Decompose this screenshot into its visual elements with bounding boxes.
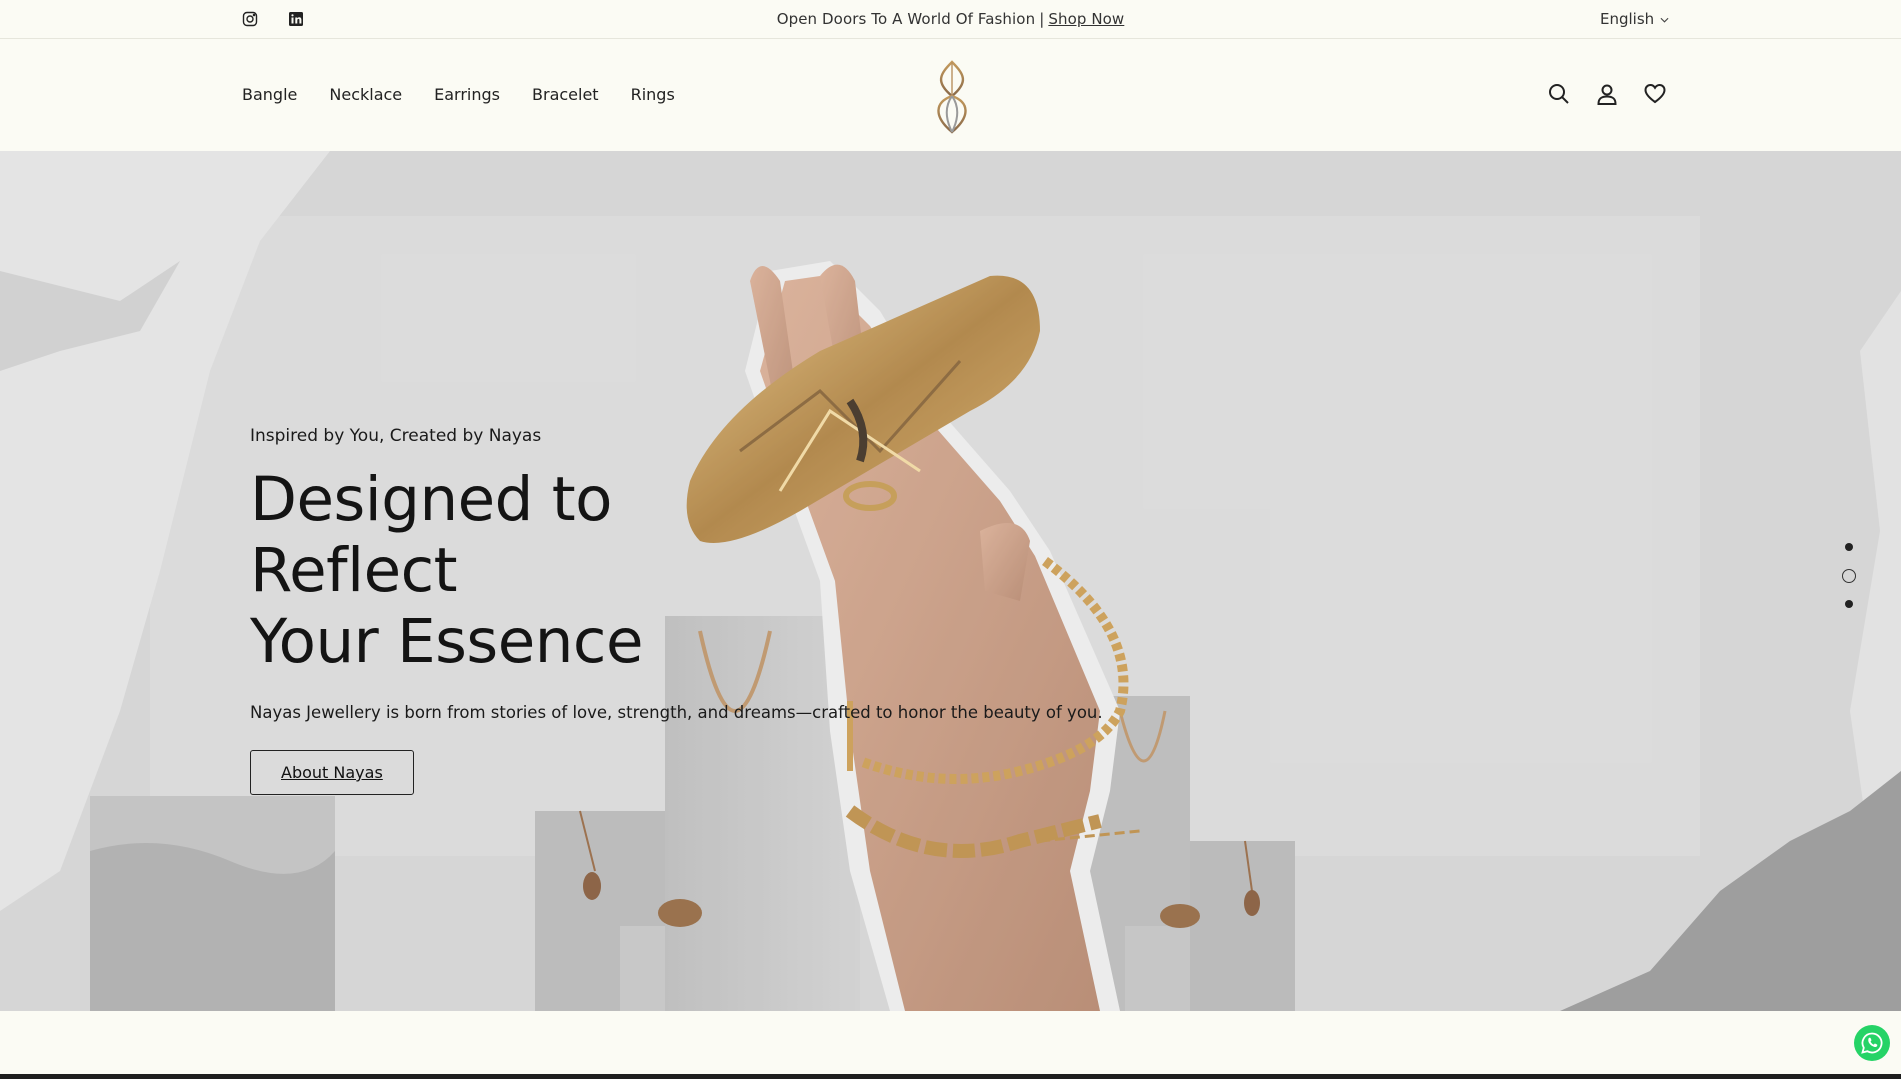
header-actions [1548,83,1666,105]
nav-item-rings[interactable]: Rings [631,85,675,104]
shop-now-link[interactable]: Shop Now [1048,10,1124,28]
hero-headline: Designed to Reflect Your Essence [250,464,810,677]
announcement-text: Open Doors To A World Of Fashion [776,10,1036,28]
account-icon[interactable] [1596,83,1618,105]
hero-content: Inspired by You, Created by Nayas Design… [250,426,1103,795]
announcement-bar: Open Doors To A World Of Fashion | Shop No… [0,0,1901,39]
chevron-down-icon [1660,15,1669,26]
slide-dot-3[interactable] [1845,600,1853,608]
wishlist-icon[interactable] [1644,83,1666,105]
next-section [0,1011,1901,1079]
nav-item-bracelet[interactable]: Bracelet [532,85,599,104]
hero-headline-line-2: Your Essence [250,606,643,677]
hero-headline-line-1: Designed to Reflect [250,464,613,606]
slide-dot-1[interactable] [1845,543,1853,551]
nav-item-bangle[interactable]: Bangle [242,85,297,104]
site-header: Bangle Necklace Earrings Bracelet Rings [0,40,1901,151]
language-selector[interactable]: English [1600,10,1669,28]
hero-slider: Inspired by You, Created by Nayas Design… [0,151,1901,1011]
slide-dot-2[interactable] [1842,569,1856,583]
language-label: English [1600,10,1655,28]
main-nav: Bangle Necklace Earrings Bracelet Rings [242,85,675,104]
whatsapp-chat-button[interactable] [1854,1025,1890,1061]
brand-logo[interactable] [925,58,979,136]
about-nayas-button[interactable]: About Nayas [250,750,414,795]
section-divider [0,1074,1901,1079]
announcement-separator: | [1039,10,1045,28]
search-icon[interactable] [1548,83,1570,105]
hero-eyebrow: Inspired by You, Created by Nayas [250,426,542,446]
nav-item-necklace[interactable]: Necklace [329,85,402,104]
nav-item-earrings[interactable]: Earrings [434,85,500,104]
whatsapp-icon [1861,1032,1883,1054]
hero-description: Nayas Jewellery is born from stories of … [250,703,1103,722]
